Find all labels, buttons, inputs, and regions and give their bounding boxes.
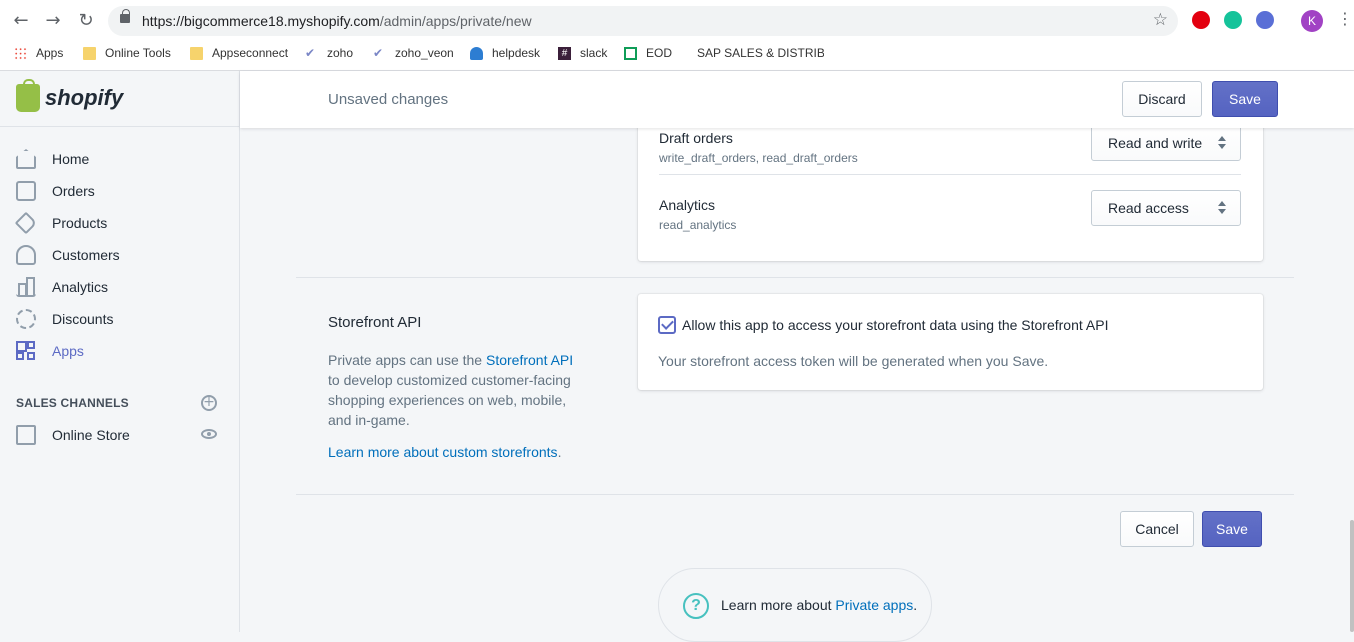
star-icon[interactable]: ☆	[1153, 10, 1168, 30]
unsaved-changes-title: Unsaved changes	[328, 91, 449, 108]
permission-name: Draft orders	[659, 130, 733, 146]
bookmark-apps[interactable]: Apps	[14, 45, 63, 61]
sheet-icon	[624, 46, 637, 60]
bookmark-appseconnect[interactable]: Appseconnect	[190, 45, 288, 61]
forward-arrow-icon[interactable]: →	[42, 10, 64, 32]
sales-channels-heading: SALES CHANNELS	[16, 396, 129, 410]
storefront-api-title: Storefront API	[328, 314, 422, 331]
bookmark-sap[interactable]: SAP SALES & DISTRIB	[688, 45, 824, 61]
person-icon	[16, 245, 36, 265]
tag-icon	[14, 211, 38, 235]
storefront-api-link[interactable]: Storefront API	[486, 352, 573, 368]
permission-scope: write_draft_orders, read_draft_orders	[659, 151, 858, 165]
sidebar-item-home[interactable]: Home	[0, 143, 239, 175]
profile-avatar[interactable]: K	[1301, 10, 1323, 32]
storefront-access-card: Allow this app to access your storefront…	[638, 294, 1263, 390]
bookmark-eod[interactable]: EOD	[624, 45, 672, 61]
storefront-api-description: Private apps can use the Storefront API …	[328, 352, 574, 428]
add-channel-plus-icon[interactable]: +	[201, 395, 217, 411]
page-scrollbar[interactable]	[1350, 520, 1354, 632]
private-apps-link[interactable]: Private apps	[835, 597, 913, 613]
draft-orders-access-select[interactable]: Read and write	[1091, 125, 1241, 161]
globe-extension-icon[interactable]	[1256, 11, 1274, 29]
select-arrows-icon	[1218, 201, 1226, 215]
shopify-bag-icon	[16, 79, 40, 112]
sidebar: shopify Home Orders Products Customers A…	[0, 71, 240, 632]
unsaved-changes-bar: Unsaved changes Discard Save	[240, 71, 1354, 128]
menu-kebab-icon[interactable]: ⋮	[1337, 9, 1353, 28]
cloud-icon	[470, 46, 483, 60]
zoho-check-icon: ✔	[373, 46, 384, 60]
folder-icon	[83, 46, 96, 60]
sidebar-item-discounts[interactable]: Discounts	[0, 303, 239, 335]
shopify-logo[interactable]: shopify	[0, 71, 239, 127]
custom-storefronts-link[interactable]: Learn more about custom storefronts	[328, 444, 558, 460]
section-divider	[296, 494, 1294, 495]
bookmark-helpdesk[interactable]: helpdesk	[470, 45, 540, 61]
bookmarks-bar: Apps Online Tools Appseconnect ✔ zoho ✔ zo…	[0, 42, 1354, 64]
footer-help: ? Learn more about Private apps.	[658, 568, 932, 642]
url-text: https://bigcommerce18.myshopify.com/admi…	[142, 13, 532, 29]
sidebar-item-orders[interactable]: Orders	[0, 175, 239, 207]
analytics-access-select[interactable]: Read access	[1091, 190, 1241, 226]
store-icon	[16, 425, 36, 445]
browser-chrome: ← → ↻ https://bigcommerce18.myshopify.co…	[0, 0, 1354, 71]
cancel-button[interactable]: Cancel	[1120, 511, 1194, 547]
select-arrows-icon	[1218, 136, 1226, 150]
browser-toolbar: ← → ↻ https://bigcommerce18.myshopify.co…	[0, 0, 1354, 40]
discount-icon	[16, 309, 36, 329]
main-content: Draft orders write_draft_orders, read_dr…	[240, 88, 1354, 642]
back-arrow-icon[interactable]: ←	[10, 10, 32, 32]
storefront-access-checkbox[interactable]	[658, 316, 676, 334]
sidebar-item-customers[interactable]: Customers	[0, 239, 239, 271]
footer-save-button[interactable]: Save	[1202, 511, 1262, 547]
zoho-check-icon: ✔	[305, 46, 316, 60]
save-button[interactable]: Save	[1212, 81, 1278, 117]
view-store-eye-icon[interactable]	[201, 429, 217, 439]
storefront-checkbox-label[interactable]: Allow this app to access your storefront…	[682, 317, 1108, 333]
bookmark-zoho[interactable]: ✔ zoho	[305, 45, 353, 61]
sidebar-item-analytics[interactable]: Analytics	[0, 271, 239, 303]
apps-grid-icon	[14, 46, 27, 60]
row-divider	[659, 174, 1241, 175]
section-divider	[296, 277, 1294, 278]
discard-button[interactable]: Discard	[1122, 81, 1202, 117]
orders-icon	[16, 181, 36, 201]
bookmark-online-tools[interactable]: Online Tools	[83, 45, 171, 61]
opera-extension-icon[interactable]	[1192, 11, 1210, 29]
token-note: Your storefront access token will be gen…	[658, 353, 1049, 369]
folder-icon	[190, 46, 203, 60]
grammarly-extension-icon[interactable]	[1224, 11, 1242, 29]
bookmark-slack[interactable]: # slack	[558, 45, 607, 61]
reload-icon[interactable]: ↻	[75, 10, 97, 32]
permission-scope: read_analytics	[659, 218, 737, 232]
storefront-learn-more: Learn more about custom storefronts.	[328, 444, 562, 460]
apps-icon	[16, 341, 36, 361]
slack-hash-icon: #	[558, 46, 571, 60]
bar-chart-icon	[16, 277, 36, 297]
question-circle-icon: ?	[683, 593, 709, 619]
sidebar-item-apps[interactable]: Apps	[0, 335, 239, 367]
sidebar-item-products[interactable]: Products	[0, 207, 239, 239]
lock-icon	[120, 9, 130, 23]
permission-name: Analytics	[659, 197, 716, 213]
home-icon	[16, 149, 36, 169]
address-bar[interactable]: https://bigcommerce18.myshopify.com/admi…	[108, 6, 1178, 36]
bookmark-zoho-veon[interactable]: ✔ zoho_veon	[373, 45, 454, 61]
